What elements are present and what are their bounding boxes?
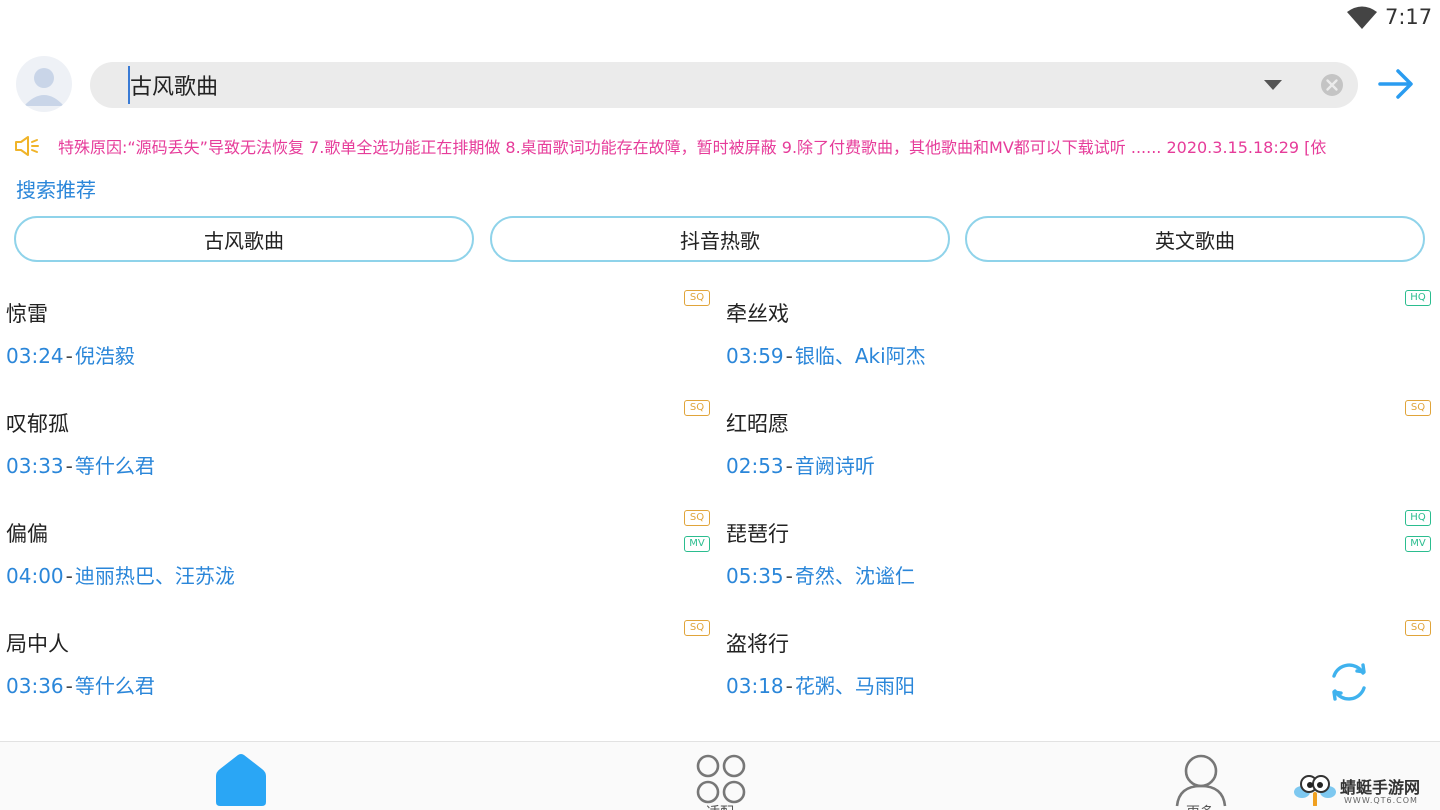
nav-apps-label: 适配 — [660, 802, 780, 810]
hq-badge: HQ — [1405, 510, 1431, 526]
song-artist: 银临、Aki阿杰 — [794, 344, 926, 368]
song-title: 红昭愿 — [726, 412, 789, 436]
chip-douyin[interactable]: 抖音热歌 — [490, 216, 950, 262]
chip-english[interactable]: 英文歌曲 — [965, 216, 1425, 262]
nav-more-label: 更多 — [1140, 802, 1260, 810]
home-icon — [216, 754, 266, 806]
recommend-chips: 古风歌曲 抖音热歌 英文歌曲 — [14, 216, 1426, 262]
song-meta: 03:18- 花粥、马雨阳 — [726, 674, 915, 698]
song-title: 惊雷 — [6, 302, 48, 326]
song-title: 偏偏 — [6, 522, 48, 546]
song-artist: 等什么君 — [74, 674, 155, 698]
search-input[interactable] — [128, 66, 1228, 104]
watermark-name: 蜻蜓手游网 — [1340, 778, 1421, 797]
song-title: 琵琶行 — [726, 522, 789, 546]
song-meta: 03:24- 倪浩毅 — [6, 344, 135, 368]
wifi-icon — [1347, 6, 1377, 29]
sq-badge: SQ — [684, 510, 710, 526]
song-title: 盗将行 — [726, 632, 789, 656]
chip-gufeng[interactable]: 古风歌曲 — [14, 216, 474, 262]
refresh-icon[interactable] — [1326, 659, 1372, 705]
user-icon — [1175, 754, 1227, 807]
song-item[interactable]: 局中人 03:36- 等什么君 SQ — [0, 614, 716, 724]
song-meta: 03:59- 银临、Aki阿杰 — [726, 344, 926, 368]
sq-badge: SQ — [684, 400, 710, 416]
apps-grid-icon — [696, 754, 746, 804]
dragonfly-logo-icon — [1294, 775, 1336, 807]
song-duration: 03:24 — [6, 344, 64, 368]
song-item[interactable]: 叹郁孤 03:33- 等什么君 SQ — [0, 394, 716, 504]
song-meta: 02:53- 音阙诗听 — [726, 454, 875, 478]
watermark-url: WWW.QT6.COM — [1344, 796, 1418, 805]
song-item[interactable]: 琵琶行 05:35- 奇然、沈谧仁 HQ MV — [720, 504, 1436, 614]
avatar[interactable] — [16, 56, 72, 112]
nav-home[interactable] — [180, 742, 300, 810]
sq-badge: SQ — [1405, 400, 1431, 416]
status-bar: 7:17 — [0, 0, 1440, 36]
song-artist: 花粥、马雨阳 — [794, 674, 915, 698]
song-meta: 03:33- 等什么君 — [6, 454, 155, 478]
song-title: 局中人 — [6, 632, 69, 656]
site-watermark: 蜻蜓手游网 WWW.QT6.COM — [1292, 770, 1440, 810]
song-duration: 03:36 — [6, 674, 64, 698]
sq-badge: SQ — [684, 620, 710, 636]
song-artist: 迪丽热巴、汪苏泷 — [74, 564, 235, 588]
hq-badge: HQ — [1405, 290, 1431, 306]
song-artist: 音阙诗听 — [794, 454, 875, 478]
mv-badge[interactable]: MV — [684, 536, 710, 552]
song-title: 牵丝戏 — [726, 302, 789, 326]
sq-badge: SQ — [684, 290, 710, 306]
announcement-bar: 特殊原因:“源码丢失”导致无法恢复 7.歌单全选功能正在排期做 8.桌面歌词功能… — [14, 132, 1440, 160]
announcement-text: 特殊原因:“源码丢失”导致无法恢复 7.歌单全选功能正在排期做 8.桌面歌词功能… — [58, 138, 1327, 157]
song-artist: 倪浩毅 — [74, 344, 135, 368]
song-meta: 04:00- 迪丽热巴、汪苏泷 — [6, 564, 235, 588]
search-recommend-title: 搜索推荐 — [16, 178, 96, 202]
song-meta: 03:36- 等什么君 — [6, 674, 155, 698]
clear-icon[interactable] — [1320, 73, 1344, 97]
nav-apps[interactable]: 适配 — [660, 742, 780, 810]
speaker-icon — [15, 136, 39, 156]
song-item[interactable]: 红昭愿 02:53- 音阙诗听 SQ — [720, 394, 1436, 504]
song-artist: 等什么君 — [74, 454, 155, 478]
song-duration: 05:35 — [726, 564, 784, 588]
song-title: 叹郁孤 — [6, 412, 69, 436]
dropdown-arrow-icon[interactable] — [1264, 80, 1282, 90]
bottom-nav: 适配 更多 — [0, 741, 1440, 810]
mv-badge[interactable]: MV — [1405, 536, 1431, 552]
sq-badge: SQ — [1405, 620, 1431, 636]
song-item[interactable]: 偏偏 04:00- 迪丽热巴、汪苏泷 SQ MV — [0, 504, 716, 614]
song-duration: 03:59 — [726, 344, 784, 368]
nav-more[interactable]: 更多 — [1140, 742, 1260, 810]
search-go-arrow-icon[interactable] — [1376, 64, 1416, 104]
song-duration: 04:00 — [6, 564, 64, 588]
search-bar — [90, 62, 1358, 108]
song-duration: 03:33 — [6, 454, 64, 478]
song-item[interactable]: 牵丝戏 03:59- 银临、Aki阿杰 HQ — [720, 284, 1436, 394]
app-root: 7:17 特殊原因:“源码丢失”导致无法恢复 7.歌单全选功能正在排期做 8.桌… — [0, 0, 1440, 810]
avatar-icon — [24, 68, 64, 106]
song-duration: 03:18 — [726, 674, 784, 698]
song-item[interactable]: 惊雷 03:24- 倪浩毅 SQ — [0, 284, 716, 394]
song-list: 惊雷 03:24- 倪浩毅 SQ 牵丝戏 03:59- 银临、Aki阿杰 HQ 叹郁… — [0, 284, 1440, 742]
song-meta: 05:35- 奇然、沈谧仁 — [726, 564, 915, 588]
song-duration: 02:53 — [726, 454, 784, 478]
song-artist: 奇然、沈谧仁 — [794, 564, 915, 588]
status-time: 7:17 — [1385, 5, 1433, 29]
